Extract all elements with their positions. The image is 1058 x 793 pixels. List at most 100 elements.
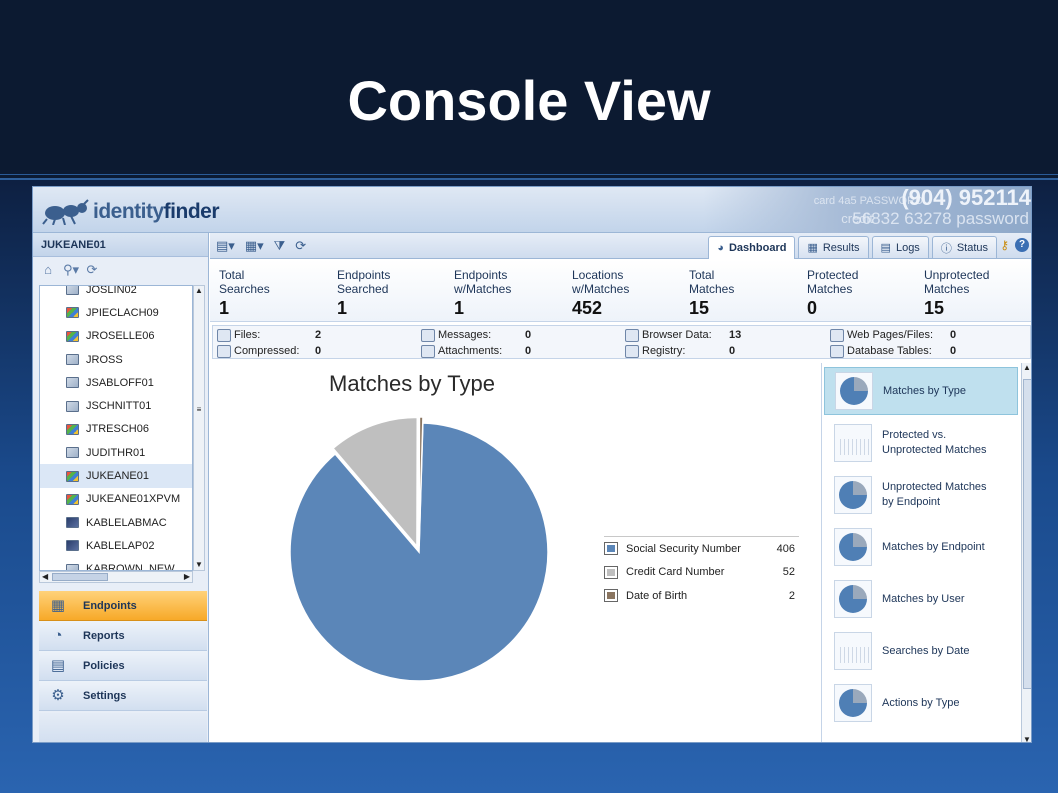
chart-list-scrollbar[interactable]: ▲ ▼ bbox=[1021, 363, 1031, 742]
attachment-icon bbox=[421, 344, 435, 358]
tab-logs[interactable]: ▤ Logs bbox=[871, 236, 929, 258]
slide-title-band: Console View bbox=[0, 0, 1058, 180]
help-icon[interactable]: ? bbox=[1015, 238, 1029, 252]
endpoint-tree[interactable]: JOSLIN02 JPIECLACH09 JROSELLE06 JROSS JSABLO… bbox=[39, 285, 193, 571]
chart-option[interactable]: Actions by Type bbox=[824, 679, 1018, 727]
stat-card: Unprotected Matches 15 bbox=[924, 268, 1031, 319]
tree-item-endpoint[interactable]: JROSELLE06 bbox=[40, 325, 192, 348]
banner-word: 56832 63278 password bbox=[852, 209, 1029, 228]
tab-status[interactable]: ⓘ Status bbox=[931, 236, 997, 258]
stat-label: Protected Matches bbox=[807, 268, 859, 296]
chart-option[interactable]: Unprotected Matches by Endpoint bbox=[824, 471, 1018, 519]
tab-results[interactable]: ▦ Results bbox=[798, 236, 869, 258]
nav-item-policies[interactable]: ▤ Policies bbox=[39, 651, 207, 681]
location-counts: Files: 2 Compressed: 0 Messages: 0 Attachme… bbox=[212, 325, 1031, 359]
messages-count: Messages: 0 bbox=[421, 327, 531, 343]
new-search-dropdown-button[interactable]: ▤▾ bbox=[216, 237, 235, 255]
chart-option-label: Matches by Type bbox=[883, 384, 966, 397]
windows-computer-icon bbox=[66, 423, 79, 435]
app-header: identityfinder (904) 952114 card 4a5 PAS… bbox=[33, 187, 1031, 233]
banner-decoration: (904) 952114 card 4a5 PASSWORD credit 56… bbox=[703, 187, 1031, 233]
registry-count: Registry: 0 bbox=[625, 343, 735, 359]
chart-option[interactable]: Matches by User bbox=[824, 575, 1018, 623]
legend-swatch-icon bbox=[604, 589, 618, 603]
scroll-left-arrow-icon[interactable]: ◀ bbox=[42, 572, 48, 582]
scroll-thumb[interactable] bbox=[52, 573, 108, 581]
identity-finder-logo: identityfinder bbox=[41, 197, 220, 227]
policies-icon: ▤ bbox=[50, 656, 66, 674]
search-dropdown-icon[interactable]: ⚲▾ bbox=[63, 263, 79, 277]
refresh-button[interactable]: ⟳ bbox=[295, 237, 306, 255]
tree-horizontal-scrollbar[interactable]: ◀ ▶ bbox=[39, 571, 193, 583]
computer-icon bbox=[66, 400, 79, 412]
left-navigation: ▦ Endpoints ◔ Reports ▤ Policies ⚙ Settings bbox=[39, 591, 207, 711]
key-icon[interactable]: ⚷ bbox=[1000, 238, 1009, 252]
tree-item-label: JPIECLACH09 bbox=[86, 306, 159, 319]
chart-option-label: Matches by User bbox=[882, 592, 965, 605]
chart-option[interactable]: Protected vs. Unprotected Matches bbox=[824, 419, 1018, 467]
chart-option[interactable]: Matches by Endpoint bbox=[824, 523, 1018, 571]
status-icon: ⓘ bbox=[940, 242, 952, 255]
stat-value: 0 bbox=[807, 298, 818, 318]
scroll-thumb[interactable] bbox=[1023, 379, 1031, 689]
tree-item-endpoint[interactable]: JUKEANE01XPVM bbox=[40, 488, 192, 511]
divider bbox=[0, 174, 1058, 175]
dashboard-icon: ◕ bbox=[717, 242, 724, 254]
line-chart-thumbnail-icon bbox=[834, 424, 872, 462]
tree-item-label: KABLELAP02 bbox=[86, 539, 155, 552]
tag-icon[interactable]: ⌂ bbox=[41, 263, 55, 277]
chart-option[interactable]: Matches by Type bbox=[824, 367, 1018, 415]
compressed-icon bbox=[217, 344, 231, 358]
nav-item-reports[interactable]: ◔ Reports bbox=[39, 621, 207, 651]
tab-label: Dashboard bbox=[728, 242, 787, 254]
refresh-icon[interactable]: ⟳ bbox=[85, 263, 99, 277]
tree-item-endpoint[interactable]: KABROWN_NEW bbox=[40, 558, 192, 570]
chart-option-label: Matches by Endpoint bbox=[882, 540, 985, 553]
web-pages-count: Web Pages/Files: 0 bbox=[830, 327, 956, 343]
tab-label: Results bbox=[822, 241, 860, 254]
schedule-dropdown-button[interactable]: ▦▾ bbox=[245, 237, 264, 255]
scroll-down-arrow-icon[interactable]: ▼ bbox=[194, 560, 204, 570]
tree-item-endpoint[interactable]: JTRESCH06 bbox=[40, 418, 192, 441]
legend-entry: Social Security Number 406 bbox=[604, 537, 799, 561]
stat-label: Locations w/Matches bbox=[572, 268, 630, 296]
tree-item-endpoint[interactable]: JOSLIN02 bbox=[40, 285, 192, 301]
legend-label: Credit Card Number bbox=[626, 566, 725, 579]
scroll-up-arrow-icon[interactable]: ▲ bbox=[1023, 363, 1031, 372]
filter-button[interactable]: ⧩ bbox=[274, 237, 286, 255]
tree-item-label: JOSLIN02 bbox=[86, 285, 137, 296]
chart-option[interactable]: Searches by Date bbox=[824, 627, 1018, 675]
database-icon bbox=[830, 344, 844, 358]
scroll-right-arrow-icon[interactable]: ▶ bbox=[184, 572, 190, 582]
scroll-down-arrow-icon[interactable]: ▼ bbox=[1023, 735, 1031, 742]
scroll-grip-icon[interactable]: ≡ bbox=[194, 405, 204, 415]
scroll-up-arrow-icon[interactable]: ▲ bbox=[194, 286, 204, 296]
ant-logo-icon bbox=[42, 199, 89, 225]
computer-icon bbox=[66, 563, 79, 570]
tree-item-endpoint[interactable]: JUKEANE01 bbox=[40, 464, 192, 488]
pie-chart-thumbnail-icon bbox=[834, 580, 872, 618]
envelope-icon bbox=[421, 328, 435, 342]
compressed-count: Compressed: 0 bbox=[217, 343, 321, 359]
nav-item-settings[interactable]: ⚙ Settings bbox=[39, 681, 207, 711]
stat-card: Locations w/Matches 452 bbox=[572, 268, 682, 319]
tree-item-endpoint[interactable]: JSCHNITT01 bbox=[40, 394, 192, 417]
tree-item-endpoint[interactable]: JPIECLACH09 bbox=[40, 301, 192, 324]
stat-value: 1 bbox=[219, 298, 230, 318]
tree-item-endpoint[interactable]: JSABLOFF01 bbox=[40, 371, 192, 394]
line-chart-thumbnail-icon bbox=[834, 632, 872, 670]
legend-entry: Credit Card Number 52 bbox=[604, 561, 799, 585]
nav-item-endpoints[interactable]: ▦ Endpoints bbox=[39, 591, 207, 621]
tree-item-endpoint[interactable]: JUDITHR01 bbox=[40, 441, 192, 464]
tree-item-endpoint[interactable]: KABLELABMAC bbox=[40, 511, 192, 534]
tree-item-label: KABLELABMAC bbox=[86, 516, 167, 529]
tab-dashboard[interactable]: ◕ Dashboard bbox=[708, 236, 796, 259]
tree-item-endpoint[interactable]: KABLELAP02 bbox=[40, 534, 192, 557]
tree-vertical-scrollbar[interactable]: ▲ ≡ ▼ bbox=[193, 285, 205, 571]
dark-computer-icon bbox=[66, 540, 79, 552]
app-window: identityfinder (904) 952114 card 4a5 PAS… bbox=[32, 186, 1032, 743]
chart-type-list: ▲ ▼ Matches by Type Protected vs. Unprote… bbox=[821, 363, 1031, 742]
tree-item-label: JSCHNITT01 bbox=[86, 400, 152, 413]
attachments-count: Attachments: 0 bbox=[421, 343, 531, 359]
tree-item-endpoint[interactable]: JROSS bbox=[40, 348, 192, 371]
